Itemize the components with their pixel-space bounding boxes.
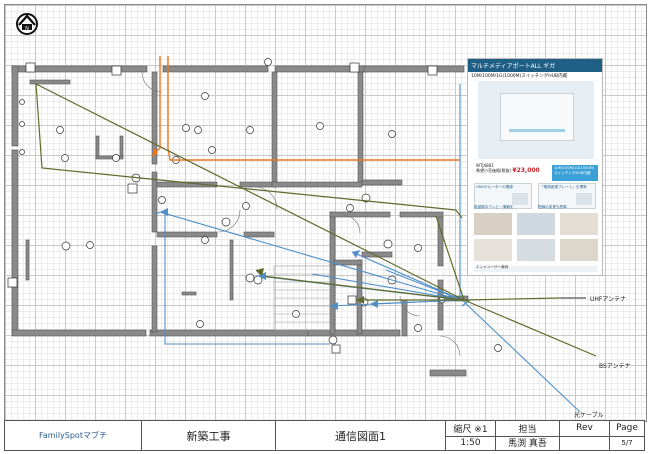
drawing-sheet: N マルチメディアポートALL ギガ 10M/100M/1G(1000M)スイッ…: [0, 0, 649, 454]
svg-text:N: N: [25, 26, 29, 32]
product-image: [478, 81, 594, 159]
home-icon[interactable]: N: [16, 13, 38, 35]
rev-value: [560, 436, 609, 451]
feature-panel-4: 配線の変更も簡単: [538, 205, 567, 209]
page-value: 5/7: [621, 438, 633, 447]
scale-label: 縮尺 ※1: [446, 421, 495, 437]
rev-cell: Rev: [560, 421, 610, 450]
fiber-cable-label: 光ケーブル: [574, 412, 604, 419]
page-label: Page: [610, 421, 644, 437]
product-card-subheading: 10M/100M/1G(1000M)スイッチングHUB内蔵: [471, 74, 568, 79]
product-price-note: 希望小売価格(税抜): [476, 168, 512, 173]
staff-cell: 担当 馬渕 真吾: [496, 421, 560, 450]
title-block: FamilySpotマブチ 新築工事 通信図面1 縮尺 ※1 1:50 担当 馬…: [4, 420, 645, 451]
company-name: FamilySpotマブチ: [39, 431, 107, 440]
product-card: マルチメディアポートALL ギガ 10M/100M/1G(1000M)スイッチン…: [467, 58, 603, 276]
staff-name: 馬渕 真吾: [508, 439, 547, 450]
drawing-title-cell: 通信図面1: [276, 421, 446, 450]
company-cell: FamilySpotマブチ: [5, 421, 142, 450]
feature-panel-3: 各部屋のテレビ・情報を: [474, 205, 514, 209]
product-strip-label: エンドユーザー事例: [476, 265, 509, 269]
project-name: 新築工事: [186, 429, 231, 443]
rev-label: Rev: [560, 421, 609, 437]
project-cell: 新築工事: [142, 421, 276, 450]
outlets: [61, 173, 397, 345]
product-card-heading: マルチメディアポートALL ギガ: [468, 59, 602, 72]
uhf-antenna-label: UHFアンテナ: [590, 296, 627, 303]
drawing-title: 通信図面1: [335, 429, 386, 443]
scale-cell: 縮尺 ※1 1:50: [446, 421, 496, 450]
product-badge: 10M/100M/1G(1000M) スイッチングHUB内蔵: [552, 165, 598, 181]
feature-photos: [474, 213, 598, 263]
page-cell: Page 5/7: [610, 421, 644, 450]
bs-antenna-label: BSアンテナ: [599, 363, 631, 370]
staff-label: 担当: [496, 421, 559, 437]
fixtures: [19, 58, 502, 352]
scale-value: 1:50: [460, 437, 481, 448]
walls: [11, 65, 469, 377]
product-price-value: ¥23,000: [512, 167, 540, 174]
wall-switches: [7, 62, 438, 354]
product-price: WTJ4881 希望小売価格(税抜) ¥23,000: [476, 163, 540, 174]
